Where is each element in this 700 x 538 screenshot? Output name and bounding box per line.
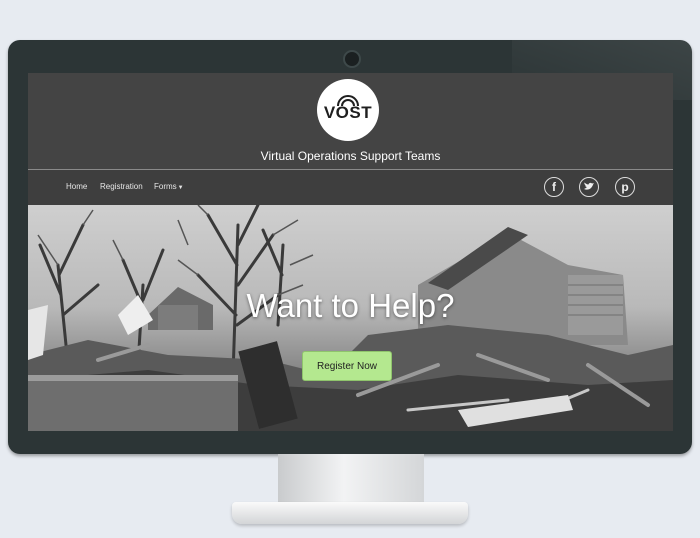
pinterest-glyph: p [621, 180, 629, 194]
nav-forms-dropdown[interactable]: Forms▼ [154, 182, 184, 191]
website-screen: VOST Virtual Operations Support Teams Ho… [28, 73, 673, 431]
facebook-icon[interactable]: f [544, 177, 564, 197]
navbar: Home Registration Forms▼ f p [28, 170, 673, 205]
signal-waves-icon [337, 95, 359, 107]
hero-banner: Want to Help? Register Now [28, 205, 673, 431]
facebook-glyph: f [552, 180, 556, 194]
monitor-frame: VOST Virtual Operations Support Teams Ho… [8, 40, 692, 454]
bird-icon [584, 182, 594, 190]
pinterest-icon[interactable]: p [615, 177, 635, 197]
vost-logo[interactable]: VOST [317, 79, 379, 141]
caret-down-icon: ▼ [177, 185, 184, 191]
site-tagline: Virtual Operations Support Teams [260, 149, 441, 163]
register-now-button[interactable]: Register Now [302, 351, 392, 381]
webcam [343, 50, 361, 68]
site-header: VOST Virtual Operations Support Teams [28, 73, 673, 169]
nav-registration-link[interactable]: Registration [100, 182, 143, 191]
monitor-stand-base [232, 502, 468, 524]
nav-forms-label: Forms [154, 182, 177, 191]
hero-title: Want to Help? [246, 287, 455, 324]
nav-home-link[interactable]: Home [66, 182, 87, 191]
monitor-stand-neck [278, 454, 424, 506]
twitter-icon[interactable] [579, 177, 599, 197]
